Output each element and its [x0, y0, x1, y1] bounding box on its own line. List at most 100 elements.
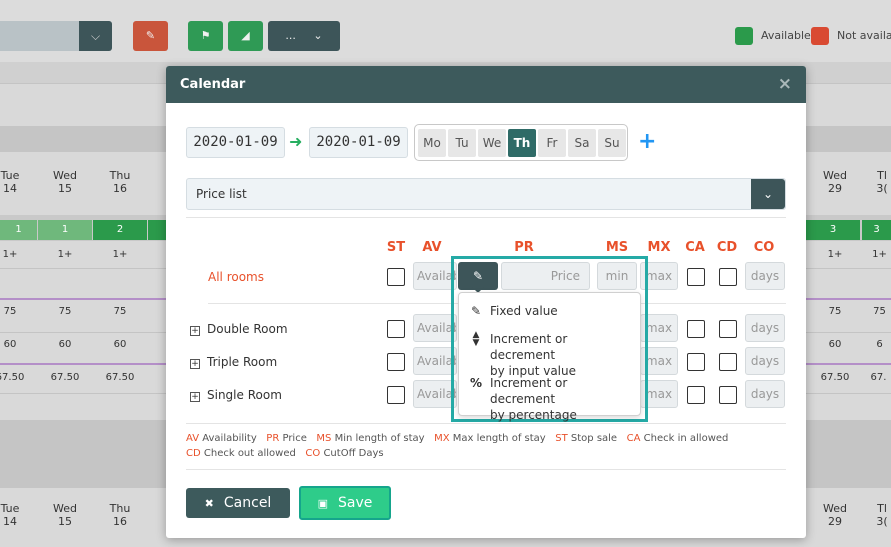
date-from-input[interactable]: 2020-01-09: [186, 127, 285, 158]
background-select[interactable]: ⌵: [0, 21, 112, 51]
cutoff-days-input[interactable]: days: [745, 262, 785, 290]
column-cd: CD: [716, 240, 738, 255]
weekday-tu[interactable]: Tu: [448, 129, 476, 157]
background-more-button[interactable]: ... ⌄: [268, 21, 340, 51]
cutoff-days-input[interactable]: days: [745, 380, 785, 408]
price-cell: 6: [876, 339, 883, 350]
column-day: Tl: [877, 169, 887, 182]
background-corner-button[interactable]: ◢: [228, 21, 263, 51]
column-ms: MS: [605, 240, 629, 255]
weekday-fr[interactable]: Fr: [538, 129, 566, 157]
save-button[interactable]: ▣ Save: [299, 486, 391, 520]
check-out-checkbox[interactable]: [719, 320, 737, 338]
background-tag-button[interactable]: ⚑: [188, 21, 223, 51]
check-out-checkbox[interactable]: [719, 268, 737, 286]
column-date: 16: [113, 515, 127, 528]
price-cell: 60: [3, 339, 17, 350]
chevron-down-icon[interactable]: ⌄: [751, 179, 785, 209]
availability-cell-edge: [148, 220, 166, 240]
availability-cell: 1: [38, 220, 92, 240]
legend-text: Max length of stay: [452, 433, 546, 444]
legend-text: Price: [282, 433, 307, 444]
column-legend: CD Check out allowed CO CutOff Days: [186, 448, 384, 459]
legend-text: Availability: [202, 433, 257, 444]
check-out-checkbox[interactable]: [719, 386, 737, 404]
column-day: Tue: [0, 169, 20, 182]
row-label: Double Room: [207, 322, 288, 336]
price-cell: 75: [113, 306, 127, 317]
column-header: Tl 3(: [873, 502, 891, 528]
column-date: 29: [828, 182, 842, 195]
availability-cell: 3: [806, 220, 860, 240]
weekday-sa[interactable]: Sa: [568, 129, 596, 157]
pencil-icon: ✎: [472, 269, 484, 283]
plus-square-icon[interactable]: +: [190, 326, 200, 336]
price-list-select[interactable]: Price list ⌄: [186, 178, 786, 210]
menu-item-line: Fixed value: [490, 304, 558, 318]
check-out-checkbox[interactable]: [719, 353, 737, 371]
menu-item-line: Increment or decrement: [490, 332, 568, 362]
modal-header: Calendar ×: [166, 66, 806, 103]
divider: [186, 469, 786, 470]
legend-text: Stop sale: [570, 433, 618, 444]
price-cell: 67.50: [820, 372, 850, 383]
column-date: 15: [58, 515, 72, 528]
legend-code: CD: [186, 448, 201, 459]
chevron-down-icon: ⌄: [313, 29, 323, 42]
price-cell: 67.50: [0, 372, 25, 383]
weekday-mo[interactable]: Mo: [418, 129, 446, 157]
percent-icon: %: [469, 376, 483, 390]
price-cell: 75: [58, 306, 72, 317]
stop-sale-checkbox[interactable]: [387, 268, 405, 286]
stop-sale-checkbox[interactable]: [387, 320, 405, 338]
column-date: 29: [828, 515, 842, 528]
chevron-down-icon[interactable]: ⌵: [79, 21, 112, 51]
price-mode-button[interactable]: ✎: [458, 262, 498, 290]
not-available-swatch: [811, 27, 829, 45]
weekday-su[interactable]: Su: [598, 129, 626, 157]
check-in-checkbox[interactable]: [687, 320, 705, 338]
divider: [186, 423, 786, 424]
row-triple-room[interactable]: + Triple Room: [190, 355, 277, 369]
arrow-right-icon: ➜: [289, 132, 303, 151]
weekday-th[interactable]: Th: [508, 129, 536, 157]
background-edit-button[interactable]: ✎: [133, 21, 168, 51]
more-label: ...: [285, 29, 296, 42]
cancel-button[interactable]: ✖ Cancel: [186, 488, 290, 518]
date-to-input[interactable]: 2020-01-09: [309, 127, 408, 158]
weekday-we[interactable]: We: [478, 129, 506, 157]
price-cell: 75: [828, 306, 842, 317]
stop-sale-checkbox[interactable]: [387, 353, 405, 371]
price-cell: 75: [873, 306, 886, 317]
column-ca: CA: [685, 240, 705, 255]
column-co: CO: [753, 240, 775, 255]
price-cell: 67.50: [105, 372, 135, 383]
column-header: Tue 14: [0, 502, 20, 528]
menu-item-line: by percentage: [490, 408, 577, 422]
row-single-room[interactable]: + Single Room: [190, 388, 282, 402]
check-in-checkbox[interactable]: [687, 353, 705, 371]
column-header: Thu 16: [93, 169, 147, 195]
plus-square-icon[interactable]: +: [190, 392, 200, 402]
column-date: 3(: [876, 182, 888, 195]
plus-square-icon[interactable]: +: [190, 359, 200, 369]
availability-cell: 3: [862, 220, 891, 240]
column-day: Tue: [0, 502, 20, 515]
close-icon[interactable]: ×: [778, 74, 792, 94]
column-day: Wed: [823, 502, 847, 515]
min-cell: 1+: [2, 249, 18, 260]
check-in-checkbox[interactable]: [687, 386, 705, 404]
price-cell: 60: [828, 339, 842, 350]
cutoff-days-input[interactable]: days: [745, 314, 785, 342]
close-icon: ✖: [204, 497, 214, 510]
add-date-range-icon[interactable]: +: [638, 129, 656, 154]
check-in-checkbox[interactable]: [687, 268, 705, 286]
legend-text: Check out allowed: [203, 448, 296, 459]
stop-sale-checkbox[interactable]: [387, 386, 405, 404]
legend-code: CO: [305, 448, 321, 459]
row-double-room[interactable]: + Double Room: [190, 322, 288, 336]
column-date: 14: [3, 515, 17, 528]
available-swatch: [735, 27, 753, 45]
cutoff-days-input[interactable]: days: [745, 347, 785, 375]
availability-cell: 2: [93, 220, 147, 240]
